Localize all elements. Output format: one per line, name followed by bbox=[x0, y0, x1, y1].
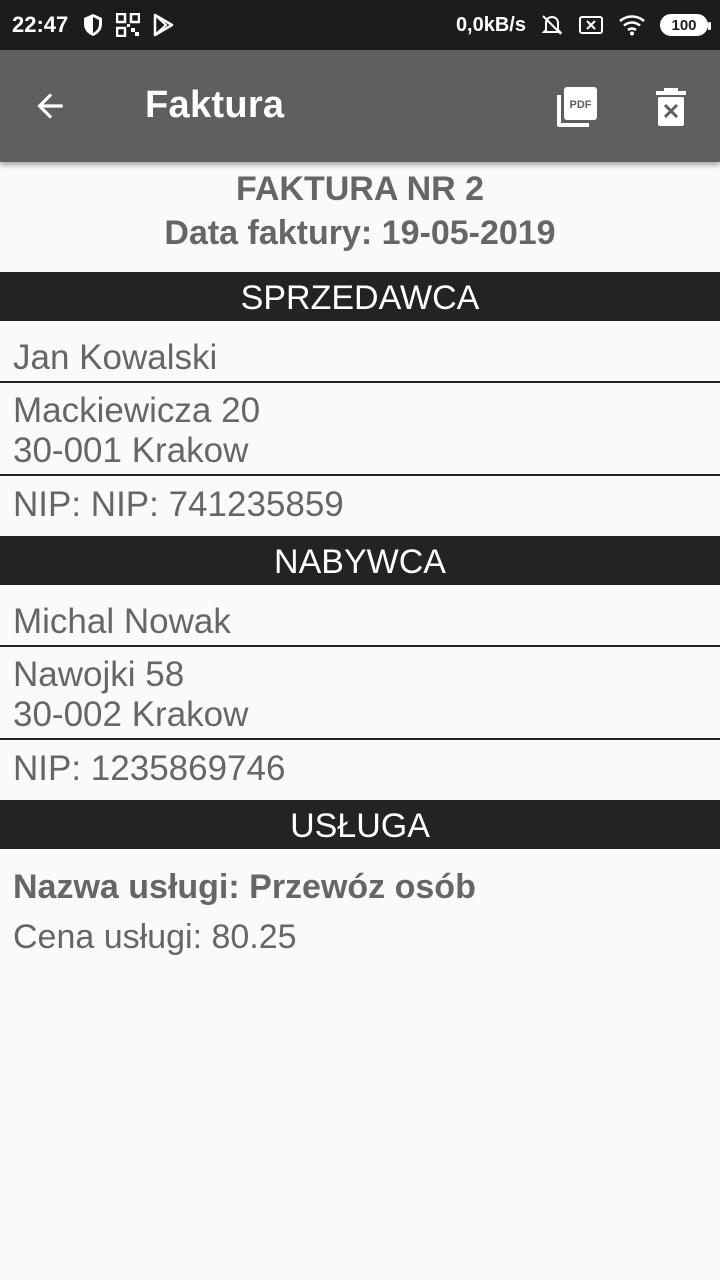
service-price: Cena usługi: 80.25 bbox=[13, 918, 297, 956]
qr-code-icon bbox=[116, 13, 141, 37]
app-bar: Faktura PDF bbox=[0, 50, 720, 162]
invoice-header: FAKTURA NR 2 Data faktury: 19-05-2019 bbox=[0, 162, 720, 272]
status-left-icons bbox=[82, 13, 174, 37]
app-title: Faktura bbox=[145, 84, 285, 126]
service-name: Nazwa usługi: Przewóz osób bbox=[13, 868, 476, 906]
wifi-icon bbox=[619, 15, 645, 36]
service-section-header: USŁUGA bbox=[0, 800, 720, 849]
back-button[interactable] bbox=[22, 78, 78, 134]
status-right-icons: 0,0kB/s 100 bbox=[455, 13, 711, 37]
export-pdf-button[interactable]: PDF bbox=[550, 80, 604, 134]
status-bar: 22:47 0,0kB/s 100 bbox=[0, 0, 720, 50]
seller-name: Jan Kowalski bbox=[0, 321, 720, 383]
network-speed: 0,0kB/s bbox=[455, 13, 526, 36]
buyer-address: Nawojki 58 30-002 Krakow bbox=[0, 647, 720, 740]
seller-address: Mackiewicza 20 30-001 Krakow bbox=[0, 383, 720, 476]
battery-level: 100 bbox=[671, 16, 697, 34]
service-details: Nazwa usługi: Przewóz osób Cena usługi: … bbox=[0, 849, 720, 967]
buyer-nip: NIP: 1235869746 bbox=[13, 749, 286, 788]
buyer-section-header: NABYWCA bbox=[0, 536, 720, 585]
invoice-content: FAKTURA NR 2 Data faktury: 19-05-2019 SP… bbox=[0, 162, 720, 967]
status-time: 22:47 bbox=[12, 12, 69, 37]
svg-text:PDF: PDF bbox=[570, 99, 592, 111]
battery-indicator: 100 bbox=[660, 14, 711, 36]
invoice-date: Data faktury: 19-05-2019 bbox=[164, 214, 556, 252]
buyer-address-line2: 30-002 Krakow bbox=[13, 695, 249, 734]
shield-icon bbox=[84, 14, 103, 36]
delete-icon bbox=[656, 88, 686, 126]
seller-nip: NIP: NIP: 741235859 bbox=[13, 485, 344, 524]
arrow-back-icon bbox=[37, 93, 63, 119]
play-store-icon bbox=[154, 13, 174, 37]
seller-section-header: SPRZEDAWCA bbox=[0, 272, 720, 321]
alarm-off-icon bbox=[541, 15, 563, 35]
no-sim-icon bbox=[579, 16, 603, 34]
buyer-address-line1: Nawojki 58 bbox=[13, 655, 185, 694]
invoice-number: FAKTURA NR 2 bbox=[235, 170, 485, 208]
delete-button[interactable] bbox=[644, 80, 698, 134]
seller-address-line2: 30-001 Krakow bbox=[13, 431, 249, 470]
seller-address-line1: Mackiewicza 20 bbox=[13, 391, 261, 430]
pdf-icon: PDF bbox=[557, 87, 597, 127]
buyer-name: Michal Nowak bbox=[0, 585, 720, 647]
